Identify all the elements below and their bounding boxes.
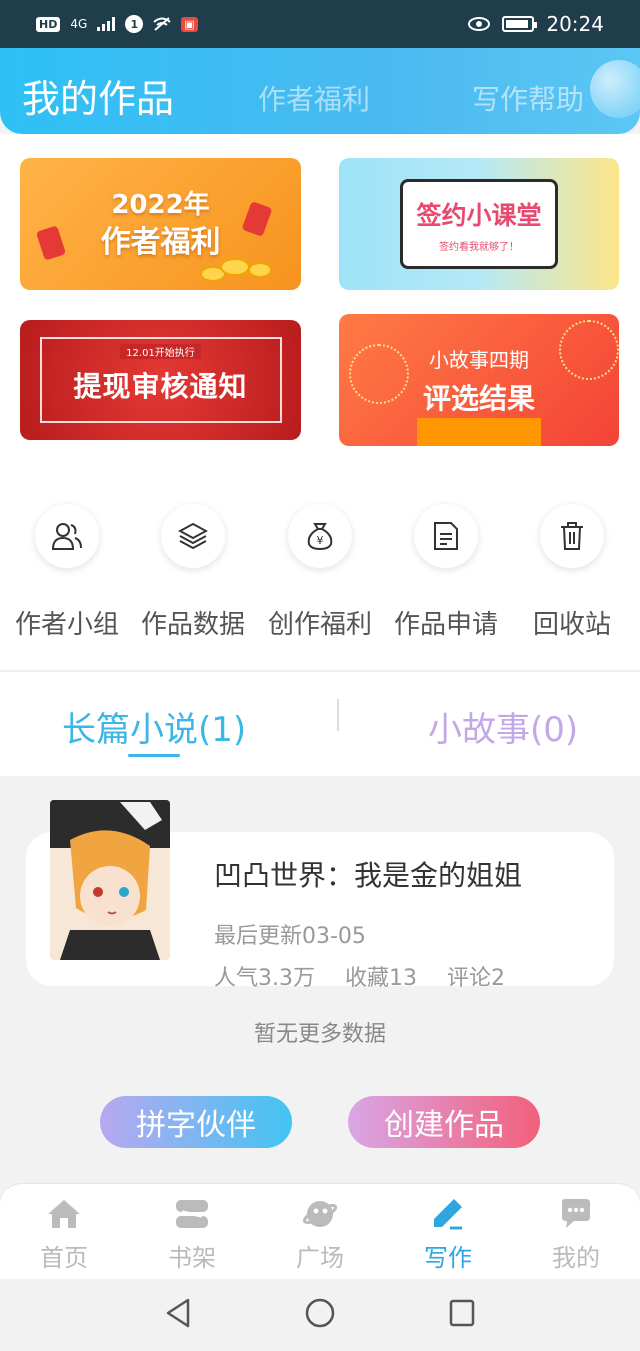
nav-item-me[interactable]: 我的 (512, 1196, 640, 1273)
banner-author-benefits-2022[interactable]: 2022年 作者福利 (20, 158, 301, 290)
header: 我的作品 作者福利 写作帮助 (0, 48, 640, 134)
trash-icon (540, 504, 604, 568)
banner-4-line1: 小故事四期 (428, 347, 529, 372)
quick-action-author-group[interactable]: 作者小组 (4, 504, 130, 641)
home-icon (0, 1196, 128, 1232)
nav-label: 书架 (168, 1244, 216, 1272)
home-circle-icon[interactable] (304, 1297, 336, 1329)
banner-story-results[interactable]: 小故事四期 评选结果 (339, 314, 619, 446)
network-indicator: 4G (70, 17, 88, 31)
work-cover-image[interactable] (50, 800, 170, 960)
nav-item-home[interactable]: 首页 (0, 1196, 128, 1273)
active-tab-indicator (128, 754, 180, 757)
banner-signing-class[interactable]: 签约小课堂 签约看我就够了！ (339, 158, 619, 290)
clock: 20:24 (546, 12, 604, 36)
tab-separator (337, 699, 339, 731)
quick-action-recycle-bin[interactable]: 回收站 (509, 504, 635, 641)
work-last-updated: 最后更新03-05 (214, 924, 366, 949)
bookshelf-icon (128, 1196, 256, 1232)
word-partner-button[interactable]: 拼字伙伴 (100, 1096, 292, 1148)
eye-icon (468, 17, 491, 31)
banner-2-title: 签约小课堂 (416, 200, 542, 230)
work-favorites: 收藏13 (345, 966, 417, 991)
banner-4-line2: 评选结果 (422, 381, 535, 415)
banner-3-small-text: 12.01开始执行 (120, 343, 201, 359)
signal-icon (97, 17, 116, 31)
red-packet-decoration (35, 225, 67, 261)
tab-short-story[interactable]: 小故事(0) (428, 702, 578, 751)
quick-action-work-application[interactable]: 作品申请 (383, 504, 509, 641)
no-more-data-text: 暂无更多数据 (253, 1022, 386, 1047)
nav-label: 首页 (40, 1244, 88, 1272)
banner-1-line2: 作者福利 (100, 225, 221, 260)
pen-icon (384, 1196, 512, 1232)
wifi-off-icon (153, 17, 171, 31)
banner-3-title: 提现审核通知 (73, 369, 248, 403)
status-icons-left: HD 4G 1 ▣ (36, 15, 198, 33)
coin-decoration (220, 258, 250, 276)
nav-label: 广场 (296, 1244, 344, 1272)
create-work-button[interactable]: 创建作品 (348, 1096, 540, 1148)
svg-text:¥: ¥ (317, 534, 324, 547)
work-stats: 人气3.3万 收藏13 评论2 (214, 960, 505, 992)
recents-icon[interactable] (448, 1297, 476, 1329)
firework-decoration (559, 320, 619, 380)
app-notification-icon: ▣ (181, 16, 198, 32)
quick-action-creation-benefits[interactable]: ¥ 创作福利 (257, 504, 383, 641)
cover-illustration (50, 800, 170, 960)
banner-1-line1: 2022年 (111, 190, 210, 220)
coin-decoration (248, 262, 272, 278)
system-nav-bar (0, 1279, 640, 1351)
tab-my-works[interactable]: 我的作品 (22, 68, 174, 123)
work-popularity: 人气3.3万 (214, 966, 315, 991)
sim-indicator: 1 (125, 15, 144, 33)
document-icon (414, 504, 478, 568)
red-packet-decoration (241, 201, 273, 237)
decorative-bubble (590, 60, 640, 118)
section-divider (0, 670, 640, 672)
quick-action-label: 作者小组 (14, 610, 119, 640)
planet-icon (256, 1196, 384, 1232)
nav-label: 我的 (552, 1244, 600, 1272)
nav-item-write[interactable]: 写作 (384, 1196, 512, 1273)
tab-long-novel[interactable]: 长篇小说(1) (62, 702, 246, 751)
banner-1-text: 2022年 作者福利 (101, 186, 221, 262)
firework-decoration (349, 344, 409, 404)
tab-author-benefits[interactable]: 作者福利 (258, 78, 370, 118)
banner-2-subtitle: 签约看我就够了！ (439, 241, 519, 253)
content-panel: 2022年 作者福利 签约小课堂 签约看我就够了！ 12.01开始执行 提现审核… (0, 134, 640, 776)
quick-action-work-data[interactable]: 作品数据 (130, 504, 256, 641)
nav-label: 写作 (424, 1244, 472, 1272)
battery-level (506, 20, 529, 28)
quick-action-label: 创作福利 (267, 610, 372, 640)
quick-action-label: 作品数据 (140, 610, 245, 640)
work-comments: 评论2 (447, 966, 505, 991)
users-icon (35, 504, 99, 568)
tab-writing-help[interactable]: 写作帮助 (472, 78, 584, 118)
quick-actions: 作者小组 作品数据 ¥ 创作福利 作品申请 回收站 (0, 504, 640, 644)
quick-action-label: 作品申请 (393, 610, 498, 640)
chat-icon (512, 1196, 640, 1232)
banner-3-frame: 12.01开始执行 提现审核通知 (39, 337, 282, 423)
banner-withdrawal-notice[interactable]: 12.01开始执行 提现审核通知 (20, 320, 301, 440)
status-icons-right: 20:24 (468, 12, 604, 36)
nav-item-square[interactable]: 广场 (256, 1196, 384, 1273)
stage-decoration (417, 418, 541, 446)
layers-icon (161, 504, 225, 568)
work-title[interactable]: 凹凸世界：我是金的姐姐 (214, 854, 522, 894)
status-bar: HD 4G 1 ▣ 20:24 (0, 0, 640, 48)
battery-icon (502, 16, 538, 32)
money-bag-icon: ¥ (288, 504, 352, 568)
banner-2-board: 签约小课堂 签约看我就够了！ (400, 179, 558, 269)
quick-action-label: 回收站 (532, 610, 611, 640)
banner-4-text: 小故事四期 评选结果 (423, 344, 535, 417)
bottom-nav: 首页 书架 广场 写作 我的 (0, 1183, 640, 1279)
hd-indicator: HD (36, 16, 61, 32)
nav-item-bookshelf[interactable]: 书架 (128, 1196, 256, 1273)
back-icon[interactable] (164, 1297, 192, 1329)
